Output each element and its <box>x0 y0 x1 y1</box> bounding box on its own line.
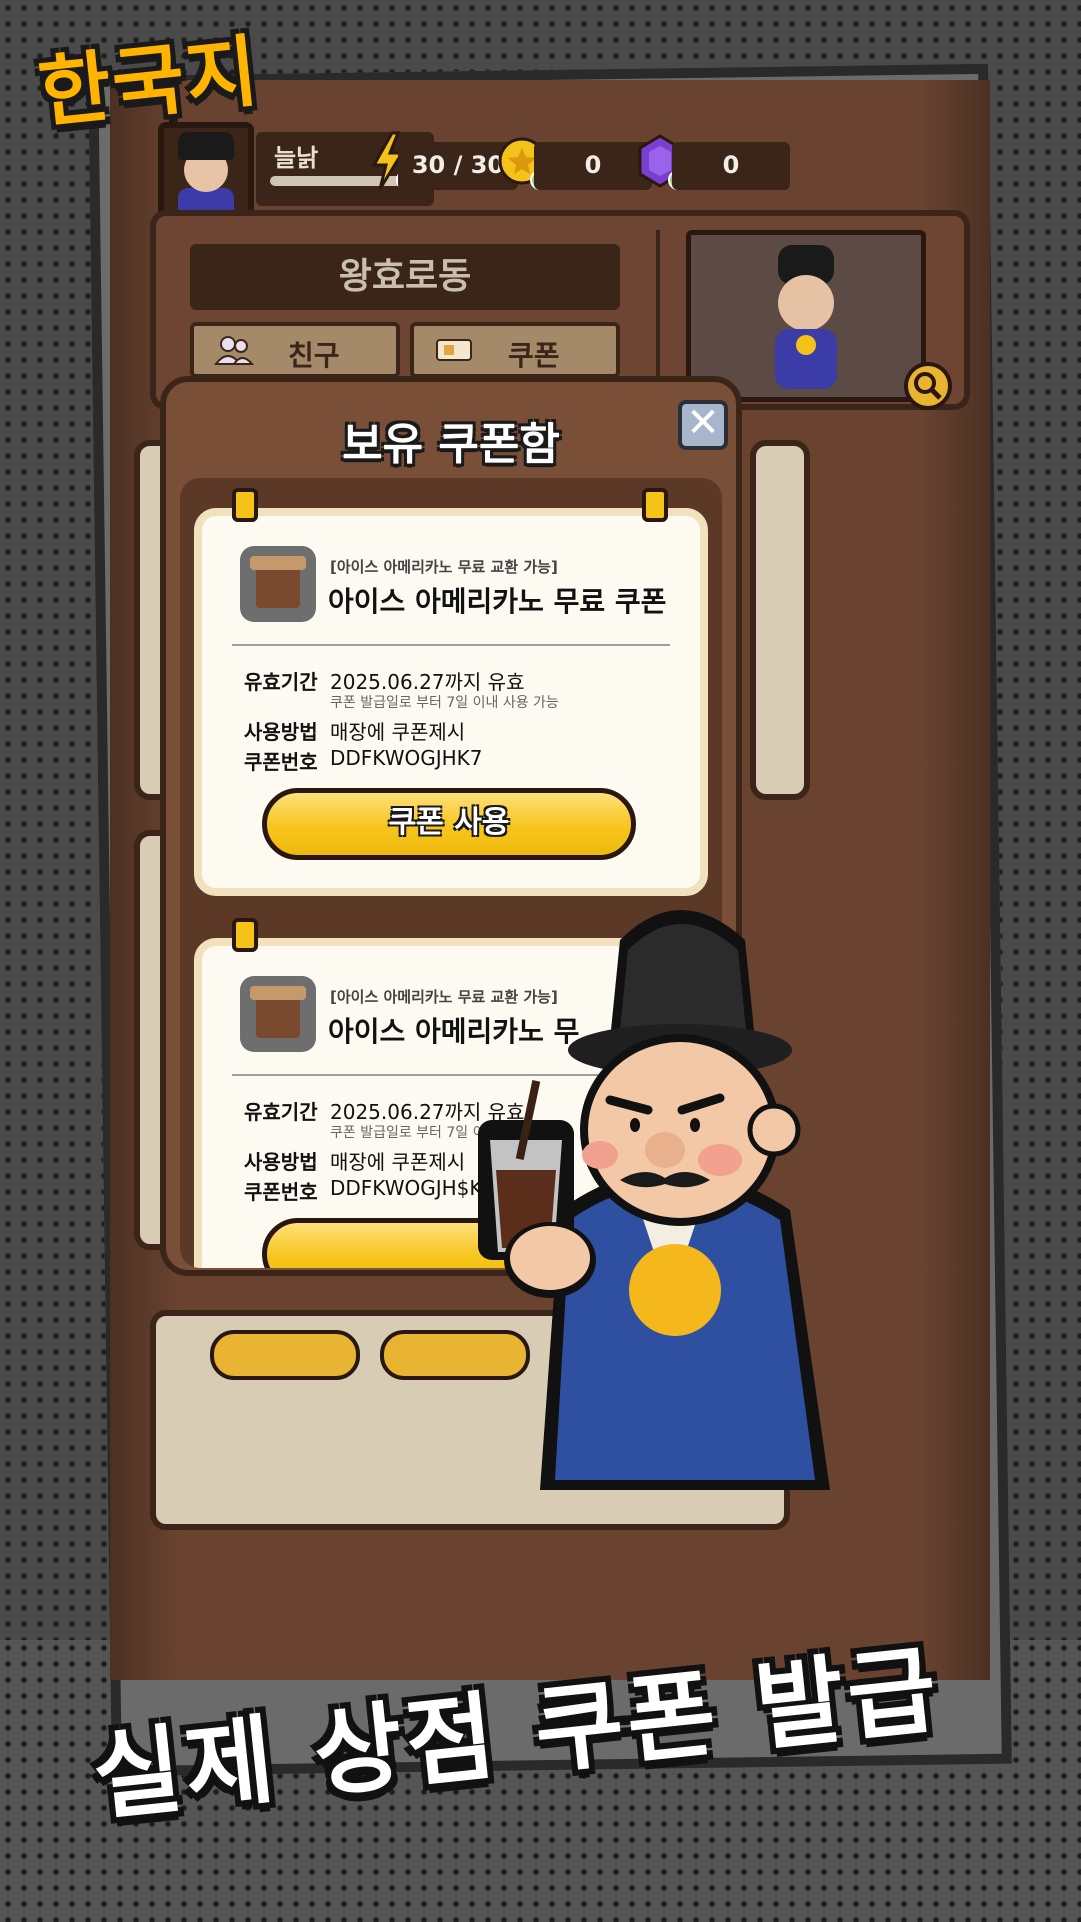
friends-button[interactable]: 친구 <box>190 322 400 378</box>
gem-value: 0 <box>722 151 740 179</box>
coupon-label: 쿠폰 <box>508 339 560 372</box>
pin-icon <box>642 488 668 522</box>
gem-counter: 0 <box>672 142 790 190</box>
usage-value: 매장에 쿠폰제시 <box>330 720 466 744</box>
shop-awning <box>250 986 306 1000</box>
coupon-card: [아이스 아메리카노 무료 교환 가능] 아이스 아메리카노 무료 쿠폰 유효기… <box>194 488 708 896</box>
brand-logo: 한국지 <box>34 26 265 140</box>
player-name: 늘낡 <box>274 144 319 172</box>
usage-label: 사용방법 <box>244 1150 318 1174</box>
coupon-divider <box>232 644 670 646</box>
pin-icon <box>232 488 258 522</box>
pin-icon <box>232 918 258 952</box>
search-icon[interactable] <box>904 362 952 410</box>
close-icon[interactable]: ✕ <box>678 400 728 450</box>
shop-awning <box>250 556 306 570</box>
code-value: DDFKWOGJHK7 <box>330 746 483 770</box>
use-coupon-button[interactable]: 쿠폰 사용 <box>262 788 636 860</box>
player-avatar[interactable] <box>158 122 254 222</box>
code-label: 쿠폰번호 <box>244 1180 318 1204</box>
code-label: 쿠폰번호 <box>244 750 318 774</box>
bg-card-right <box>750 440 810 800</box>
shop-icon <box>240 976 316 1052</box>
validity-label: 유효기간 <box>244 670 318 694</box>
friends-label: 친구 <box>288 339 340 372</box>
panel-divider <box>656 230 660 400</box>
bg-button-1 <box>210 1330 360 1380</box>
validity-note: 쿠폰 발급일로 부터 7일 이내 사용 가능 <box>330 695 559 711</box>
mascot-character <box>470 880 890 1500</box>
validity-value: 2025.06.27까지 유효 <box>330 670 525 694</box>
shop-icon <box>240 546 316 622</box>
avatar-hat <box>178 132 234 160</box>
modal-title: 보유 쿠폰함 <box>342 419 560 470</box>
code-value: DDFKWOGJH$K <box>330 1176 483 1200</box>
friends-icon <box>213 334 255 366</box>
usage-label: 사용방법 <box>244 720 318 744</box>
ticket-icon <box>434 334 474 366</box>
team-name: 왕효로동 <box>190 244 620 310</box>
coupon-button[interactable]: 쿠폰 <box>410 322 620 378</box>
coupon-subtitle: [아이스 아메리카노 무료 교환 가능] <box>330 558 558 576</box>
coupon-name: 아이스 아메리카노 무료 쿠폰 <box>328 585 667 618</box>
usage-value: 매장에 쿠폰제시 <box>330 1150 466 1174</box>
validity-label: 유효기간 <box>244 1100 318 1124</box>
